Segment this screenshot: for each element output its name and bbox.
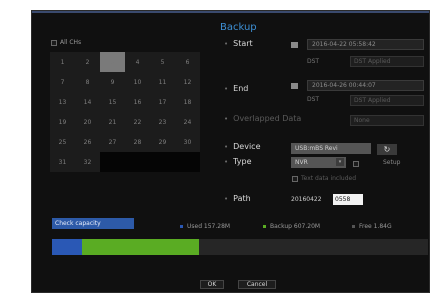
- used-label: Used 157.28M: [187, 223, 231, 230]
- channel-cell[interactable]: 18: [175, 92, 200, 112]
- text-data-label: Text data included: [301, 175, 357, 182]
- capacity-backup-segment: [82, 239, 200, 255]
- player-setup-label[interactable]: Setup: [383, 159, 400, 166]
- type-value: NVR: [295, 159, 308, 166]
- channel-cell-empty: [100, 152, 125, 172]
- bullet-icon: •: [224, 158, 229, 166]
- type-label: Type: [233, 157, 252, 166]
- start-label: Start: [233, 39, 253, 48]
- overlapped-field: None: [350, 115, 424, 126]
- bullet-icon: •: [224, 85, 229, 93]
- bullet-icon: •: [224, 143, 229, 151]
- path-input[interactable]: 0558: [333, 194, 363, 205]
- end-dst-field: DST Applied: [350, 95, 424, 106]
- start-datetime-field[interactable]: 2016-04-22 05:58:42: [307, 39, 424, 50]
- device-label-row: • Device: [224, 142, 261, 151]
- channel-cell[interactable]: 7: [50, 72, 75, 92]
- ok-button[interactable]: OK: [200, 280, 224, 289]
- channel-cell[interactable]: 23: [150, 112, 175, 132]
- channel-cell[interactable]: 28: [125, 132, 150, 152]
- start-label-row: • Start: [224, 39, 253, 48]
- player-checkbox[interactable]: [353, 161, 359, 167]
- bullet-icon: •: [224, 115, 229, 123]
- path-label: Path: [233, 194, 251, 203]
- used-swatch-icon: [180, 225, 183, 228]
- free-swatch-icon: [352, 225, 355, 228]
- channel-cell[interactable]: 15: [100, 92, 125, 112]
- overlapped-label-row: • Overlapped Data: [224, 114, 301, 123]
- channel-cell[interactable]: 24: [175, 112, 200, 132]
- legend-free: Free 1.84G: [352, 223, 392, 230]
- channel-cell[interactable]: 16: [125, 92, 150, 112]
- channel-cell[interactable]: 26: [75, 132, 100, 152]
- channel-cell[interactable]: 1: [50, 52, 75, 72]
- channel-cell[interactable]: 14: [75, 92, 100, 112]
- legend-used: Used 157.28M: [180, 223, 230, 230]
- channel-cell[interactable]: 19: [50, 112, 75, 132]
- end-datetime-field[interactable]: 2016-04-26 00:44:07: [307, 80, 424, 91]
- start-dst-label: DST: [307, 58, 320, 65]
- channel-cell[interactable]: 6: [175, 52, 200, 72]
- end-dst-label: DST: [307, 96, 320, 103]
- channel-cell[interactable]: 20: [75, 112, 100, 132]
- channel-cell[interactable]: 22: [125, 112, 150, 132]
- type-label-row: • Type: [224, 157, 252, 166]
- channel-cell[interactable]: 29: [150, 132, 175, 152]
- channel-cell-empty: [150, 152, 175, 172]
- channel-cell[interactable]: 25: [50, 132, 75, 152]
- calendar-icon[interactable]: [291, 42, 298, 48]
- channel-cell[interactable]: 17: [150, 92, 175, 112]
- capacity-used-segment: [52, 239, 83, 255]
- path-prefix: 20160422: [291, 196, 322, 203]
- cancel-button[interactable]: Cancel: [238, 280, 276, 289]
- type-select[interactable]: NVR ▾: [291, 157, 346, 168]
- free-label: Free 1.84G: [359, 223, 392, 230]
- end-label: End: [233, 84, 249, 93]
- channel-cell[interactable]: 31: [50, 152, 75, 172]
- channel-cell[interactable]: 27: [100, 132, 125, 152]
- channel-cell[interactable]: 13: [50, 92, 75, 112]
- device-select[interactable]: USB:mBS Revi: [291, 143, 371, 154]
- channel-cell[interactable]: 5: [150, 52, 175, 72]
- device-value: USB:mBS Revi: [295, 145, 338, 152]
- backup-label: Backup 607.20M: [270, 223, 321, 230]
- channel-cell[interactable]: 32: [75, 152, 100, 172]
- capacity-bar: [52, 239, 428, 255]
- channel-cell[interactable]: 21: [100, 112, 125, 132]
- chevron-down-icon: ▾: [336, 158, 344, 166]
- channel-cell[interactable]: 12: [175, 72, 200, 92]
- channel-cell[interactable]: 30: [175, 132, 200, 152]
- channel-cell[interactable]: 11: [150, 72, 175, 92]
- all-channels-checkbox[interactable]: [51, 40, 57, 46]
- start-dst-field: DST Applied: [350, 56, 424, 67]
- path-label-row: • Path: [224, 194, 251, 203]
- overlapped-label: Overlapped Data: [233, 114, 302, 123]
- calendar-icon[interactable]: [291, 83, 298, 89]
- legend-backup: Backup 607.20M: [263, 223, 320, 230]
- refresh-icon[interactable]: ↻: [377, 144, 397, 155]
- channel-cell-empty: [125, 152, 150, 172]
- channel-cell-empty: [175, 152, 200, 172]
- channel-cell[interactable]: 10: [125, 72, 150, 92]
- channel-cell[interactable]: 8: [75, 72, 100, 92]
- channel-cell[interactable]: 9: [100, 72, 125, 92]
- device-label: Device: [233, 142, 261, 151]
- dialog-title: Backup: [220, 22, 257, 33]
- channel-grid: 1 2 3 4 5 6 7 8 9 10 11 12 13 14 15 16 17 18 19 20 21 22 23 24 2…: [50, 52, 200, 174]
- bullet-icon: •: [224, 195, 229, 203]
- check-capacity-button[interactable]: Check capacity: [52, 218, 134, 229]
- all-channels-label: All CHs: [60, 39, 82, 46]
- channel-cell[interactable]: 4: [125, 52, 150, 72]
- backup-swatch-icon: [263, 225, 266, 228]
- bullet-icon: •: [224, 40, 229, 48]
- window-top-border: [32, 11, 429, 13]
- channel-cell[interactable]: 3: [100, 52, 125, 72]
- text-data-checkbox[interactable]: [292, 176, 298, 182]
- end-label-row: • End: [224, 84, 248, 93]
- channel-cell[interactable]: 2: [75, 52, 100, 72]
